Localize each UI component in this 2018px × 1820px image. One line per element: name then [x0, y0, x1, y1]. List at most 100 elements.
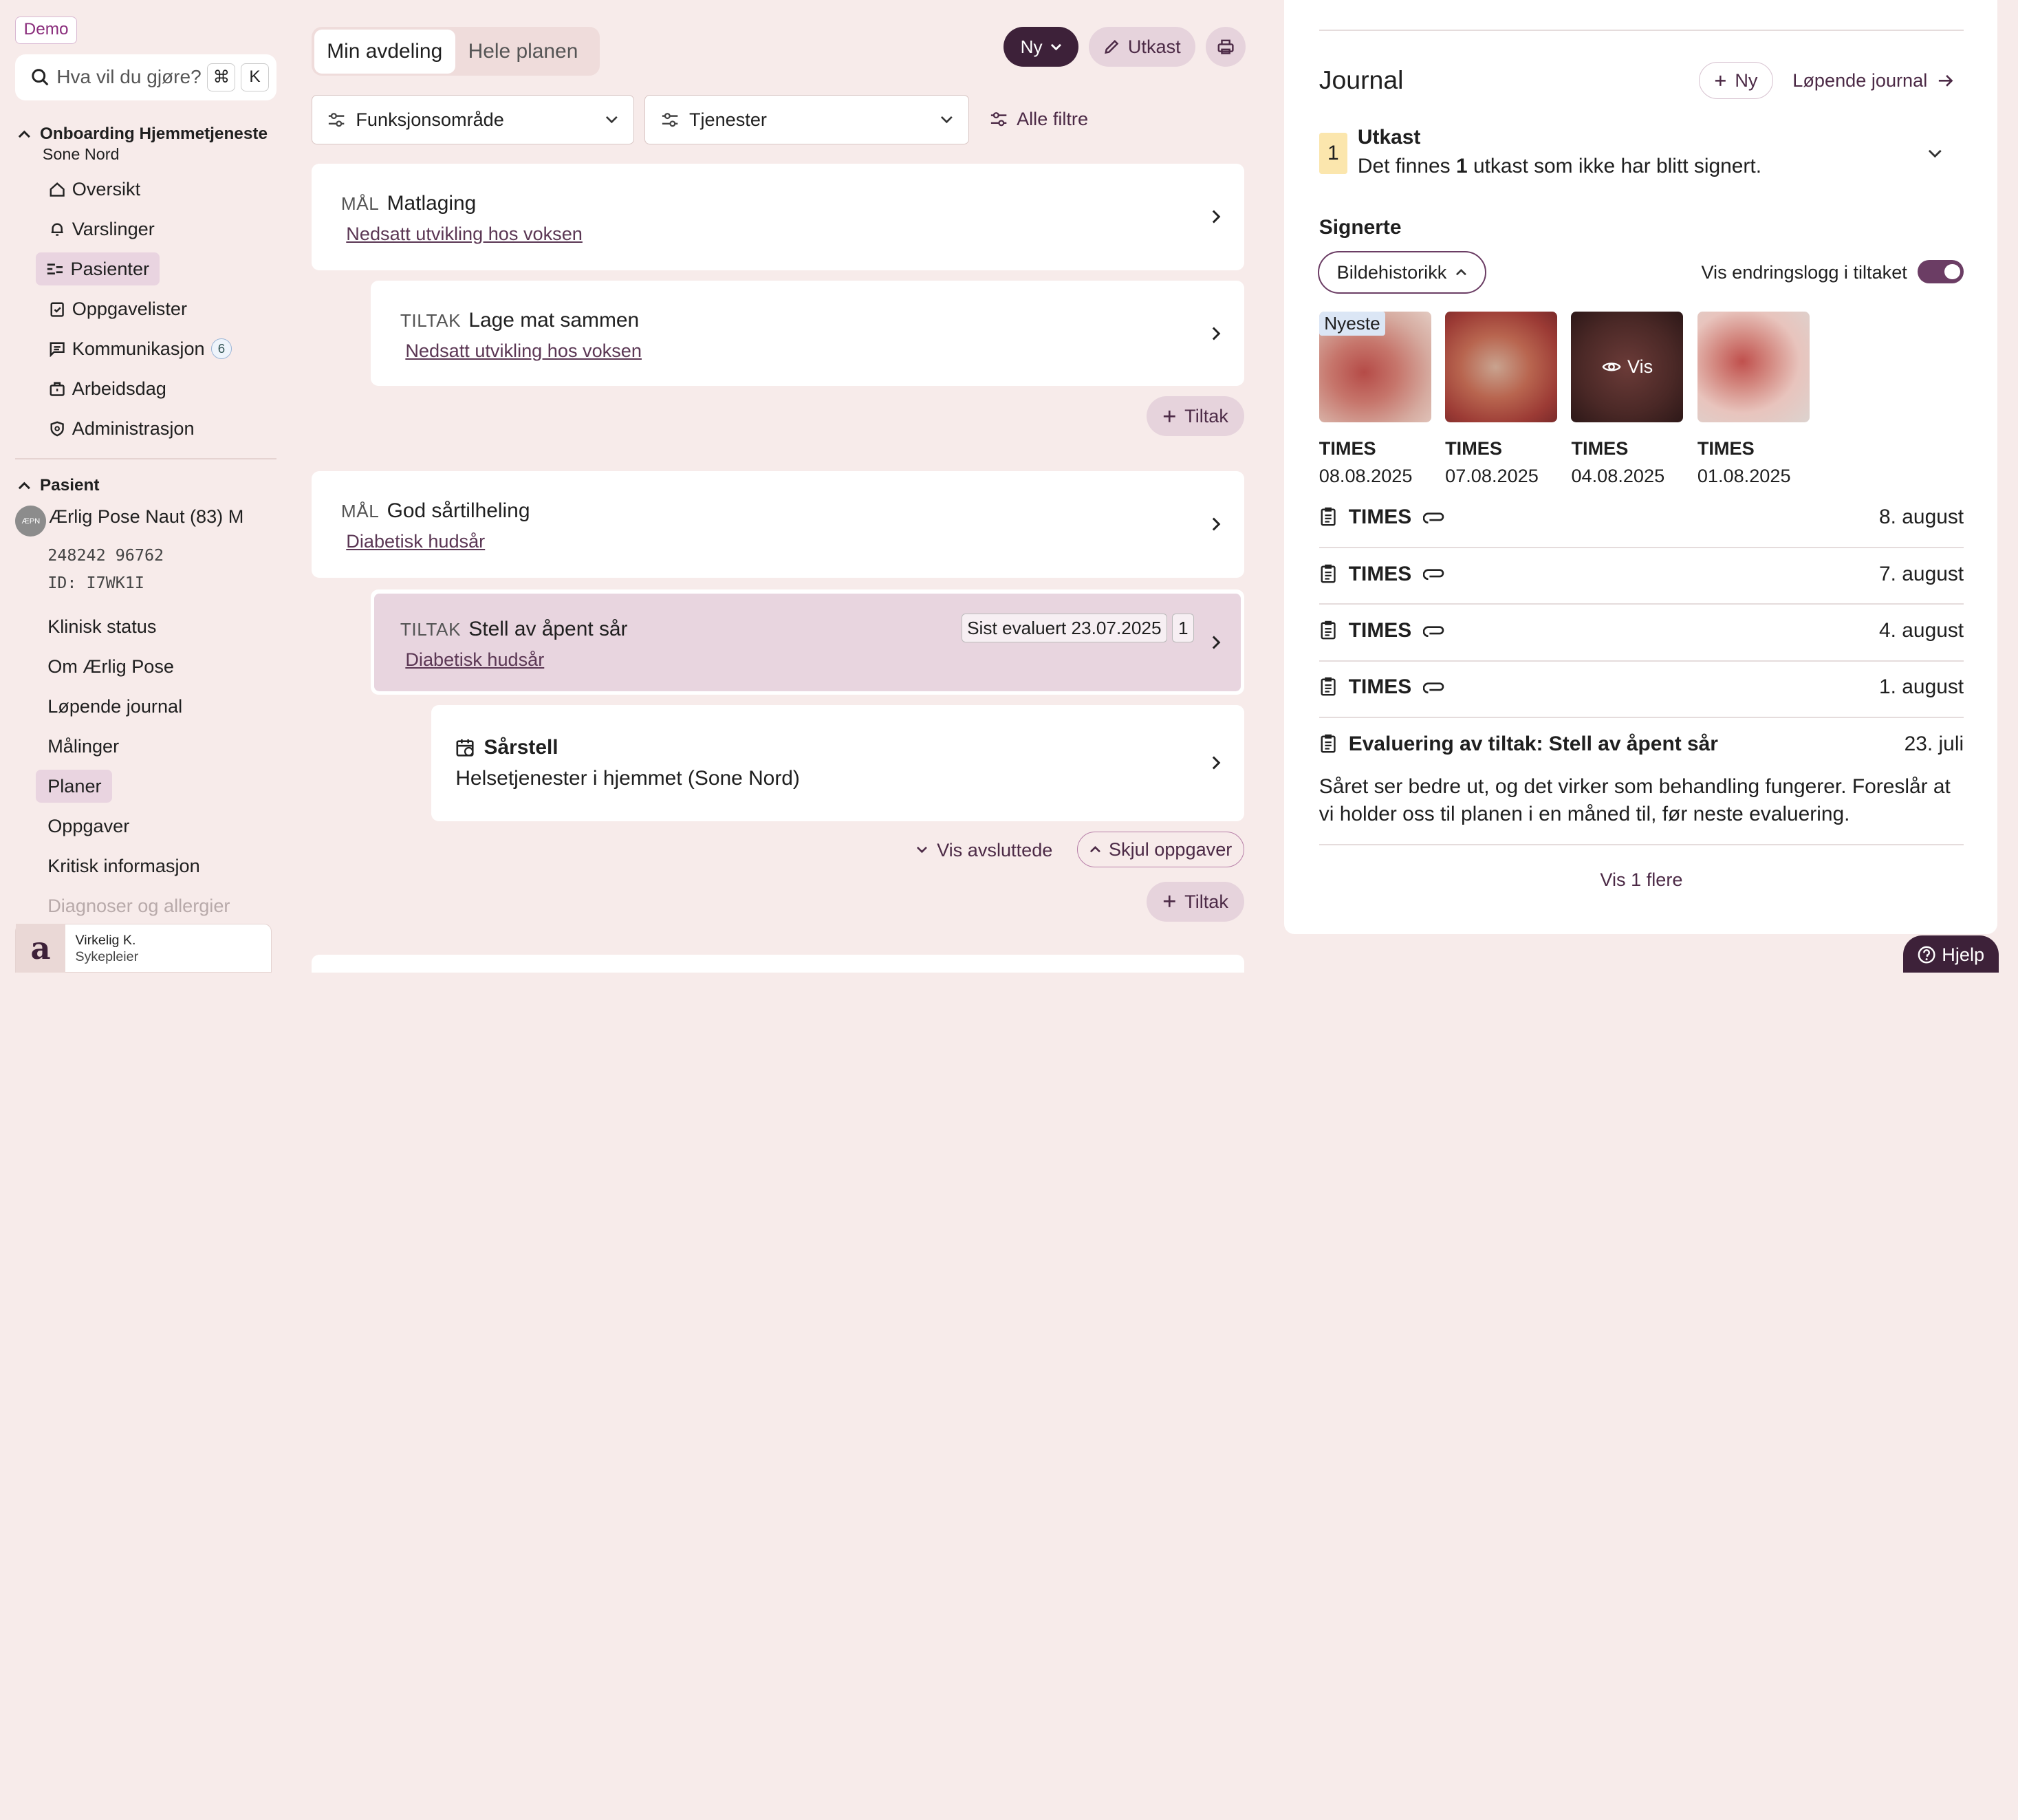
new-journal-button[interactable]: Ny: [1698, 61, 1774, 100]
diagnosis-link[interactable]: Nedsatt utvikling hos voksen: [346, 223, 583, 245]
sliders-icon: [662, 112, 678, 127]
patient-nav-om-pasient[interactable]: Om Ærlig Pose: [36, 650, 275, 684]
add-measure-label: Tiltak: [1184, 890, 1228, 912]
show-closed-button[interactable]: Vis avsluttede: [916, 839, 1052, 861]
image-caption-date: 04.08.2025: [1571, 464, 1665, 486]
search-icon: [32, 69, 49, 86]
clipboard-icon: [50, 302, 64, 317]
paperclip-icon: [1423, 626, 1444, 637]
image-caption-date: 01.08.2025: [1697, 464, 1791, 486]
wound-image[interactable]: Vis: [1571, 311, 1684, 422]
patient-nav-malinger[interactable]: Målinger: [36, 730, 275, 763]
diagnosis-link[interactable]: Nedsatt utvikling hos voksen: [405, 340, 642, 362]
image-history-label: Bildehistorikk: [1336, 261, 1447, 283]
goal-type-label: MÅL: [340, 193, 380, 214]
patient-section-toggle[interactable]: Pasient: [18, 476, 99, 495]
view-image-label: Vis: [1627, 356, 1653, 378]
all-filters-label: Alle filtre: [1017, 108, 1089, 130]
sidebar-item-label: Oppgavelister: [72, 297, 187, 319]
view-image-overlay[interactable]: Vis: [1571, 312, 1683, 422]
chevron-down-icon[interactable]: [1928, 149, 1942, 158]
tab-min-avdeling[interactable]: Min avdeling: [314, 30, 455, 74]
patient-nav-planer[interactable]: Planer: [36, 769, 112, 803]
add-measure-button[interactable]: Tiltak: [1147, 396, 1245, 437]
patient-section-label: Pasient: [39, 476, 100, 495]
hide-tasks-button[interactable]: Skjul oppgaver: [1077, 831, 1245, 868]
help-button[interactable]: Hjelp: [1903, 935, 1999, 973]
diagnosis-link[interactable]: Diabetisk hudsår: [405, 649, 544, 671]
image-caption-date: 08.08.2025: [1319, 464, 1413, 486]
tab-hele-planen[interactable]: Hele planen: [455, 30, 591, 74]
printer-icon: [1217, 39, 1234, 54]
sidebar-item-arbeidsdag[interactable]: Arbeidsdag: [39, 372, 278, 406]
image-caption-title: TIMES: [1445, 437, 1502, 459]
functional-area-filter-label: Funksjonsområde: [356, 109, 504, 130]
all-filters-button[interactable]: Alle filtre: [990, 108, 1088, 130]
running-journal-label: Løpende journal: [1792, 69, 1928, 91]
measure-card[interactable]: TILTAK Lage mat sammen Nedsatt utvikling…: [370, 280, 1245, 387]
image-history-button[interactable]: Bildehistorikk: [1317, 250, 1486, 294]
view-tabs: Min avdeling Hele planen: [311, 27, 600, 76]
changelog-toggle[interactable]: [1917, 259, 1964, 283]
journal-entry[interactable]: TIMES 8. august: [1319, 506, 1964, 529]
draft-button[interactable]: Utkast: [1088, 27, 1196, 67]
goal-type-label: MÅL: [340, 500, 380, 521]
task-card[interactable]: Sårstell Helsetjenester i hjemmet (Sone …: [431, 705, 1245, 821]
journal-entry-date: 4. august: [1879, 618, 1964, 642]
sidebar-item-oversikt[interactable]: Oversikt: [39, 173, 278, 206]
patient-name[interactable]: Ærlig Pose Naut (83) M: [49, 506, 243, 528]
sidebar-item-pasienter[interactable]: Pasienter: [36, 252, 160, 286]
evaluation-entry[interactable]: Evaluering av tiltak: Stell av åpent sår…: [1319, 733, 1964, 756]
journal-entry[interactable]: TIMES 1. august: [1319, 675, 1964, 699]
chevron-down-icon: [606, 116, 618, 124]
help-label: Hjelp: [1942, 944, 1985, 966]
diagnosis-link[interactable]: Diabetisk hudsår: [346, 530, 485, 552]
draft-message-count: 1: [1455, 154, 1468, 177]
show-more-button[interactable]: Vis 1 flere: [1319, 869, 1964, 891]
task-service: Helsetjenester i hjemmet (Sone Nord): [455, 767, 800, 790]
last-evaluated-tag: Sist evaluert 23.07.2025: [961, 614, 1167, 642]
paperclip-icon: [1423, 682, 1444, 694]
patient-nav-diagnoser[interactable]: Diagnoser og allergier: [36, 889, 275, 923]
sidebar-item-label: Kommunikasjon: [72, 337, 205, 359]
running-journal-link[interactable]: Løpende journal: [1792, 69, 1953, 91]
measure-card-selected[interactable]: TILTAK Stell av åpent sår Diabetisk huds…: [370, 589, 1245, 695]
home-icon: [50, 182, 65, 197]
patient-nav-lopende-journal[interactable]: Løpende journal: [36, 690, 275, 724]
arrow-right-icon: [1939, 74, 1953, 87]
goal-card[interactable]: MÅL Matlaging Nedsatt utvikling hos voks…: [311, 163, 1245, 270]
journal-entry[interactable]: TIMES 7. august: [1319, 563, 1964, 586]
paperclip-icon: [1423, 512, 1444, 524]
user-menu[interactable]: a Virkelig K. Sykepleier: [15, 924, 272, 973]
new-button[interactable]: Ny: [1003, 27, 1078, 67]
org-section-toggle[interactable]: Onboarding Hjemmetjeneste: [18, 124, 268, 144]
wound-image[interactable]: Nyeste: [1319, 311, 1431, 422]
chevron-up-icon: [1089, 846, 1100, 853]
patient-nav-klinisk-status[interactable]: Klinisk status: [36, 610, 275, 644]
goal-card[interactable]: [311, 955, 1245, 973]
bell-icon: [51, 223, 63, 236]
plus-icon: [1164, 410, 1176, 422]
row-divider: [1319, 660, 1964, 662]
sidebar-item-varslinger[interactable]: Varslinger: [39, 213, 278, 246]
functional-area-filter[interactable]: Funksjonsområde: [311, 95, 635, 144]
sidebar-item-label: Varslinger: [72, 218, 155, 239]
draft-message: Det finnes 1 utkast som ikke har blitt s…: [1358, 155, 1761, 178]
wound-image[interactable]: [1697, 311, 1810, 422]
goal-card[interactable]: MÅL God sårtilheling Diabetisk hudsår: [311, 470, 1245, 578]
patient-nav-kritisk-informasjon[interactable]: Kritisk informasjon: [36, 849, 275, 883]
unread-count-badge: 6: [210, 338, 232, 359]
print-button[interactable]: [1206, 27, 1246, 67]
user-role: Sykepleier: [75, 949, 139, 964]
sidebar-item-administrasjon[interactable]: Administrasjon: [39, 412, 278, 446]
services-filter-label: Tjenester: [688, 109, 767, 130]
search-input[interactable]: Hva vil du gjøre? ⌘ K: [15, 54, 277, 100]
add-measure-button[interactable]: Tiltak: [1147, 881, 1245, 922]
patient-nav-oppgaver[interactable]: Oppgaver: [36, 810, 275, 843]
journal-entry[interactable]: TIMES 4. august: [1319, 619, 1964, 642]
sidebar-item-kommunikasjon[interactable]: Kommunikasjon 6: [39, 332, 278, 366]
document-icon: [1321, 734, 1336, 753]
services-filter[interactable]: Tjenester: [644, 95, 969, 144]
sidebar-item-oppgavelister[interactable]: Oppgavelister: [39, 292, 278, 326]
wound-image[interactable]: [1445, 311, 1557, 422]
